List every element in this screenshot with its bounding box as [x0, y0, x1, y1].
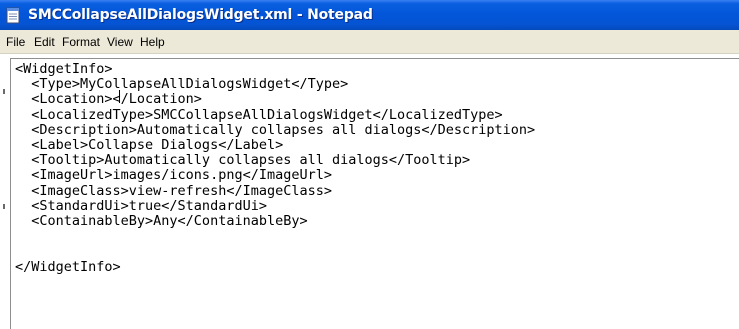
left-border: [0, 54, 10, 329]
title-bar[interactable]: SMCCollapseAllDialogsWidget.xml - Notepa…: [0, 0, 739, 30]
border-mark: [3, 89, 5, 94]
window-title: SMCCollapseAllDialogsWidget.xml - Notepa…: [28, 7, 373, 23]
menu-view[interactable]: View: [107, 35, 133, 49]
notepad-icon: [6, 7, 20, 24]
editor-line: <ContainableBy>Any</ContainableBy>: [15, 213, 308, 230]
editor-line: <Location></Location>: [15, 91, 202, 108]
editor-line: <WidgetInfo>: [15, 61, 113, 77]
text-caret: [119, 90, 120, 103]
editor-line: <Tooltip>Automatically collapses all dia…: [15, 152, 471, 169]
menu-format[interactable]: Format: [62, 35, 100, 49]
editor-line: </WidgetInfo>: [15, 258, 121, 275]
editor-line: <StandardUi>true</StandardUi>: [15, 197, 267, 214]
menu-file[interactable]: File: [6, 35, 25, 49]
editor-line: <Description>Automatically collapses all…: [15, 121, 536, 138]
menu-help[interactable]: Help: [140, 35, 165, 49]
notepad-window: SMCCollapseAllDialogsWidget.xml - Notepa…: [0, 0, 739, 329]
border-mark: [3, 204, 5, 209]
editor-line: <LocalizedType>SMCCollapseAllDialogsWidg…: [15, 106, 503, 123]
editor-line: <Label>Collapse Dialogs</Label>: [15, 137, 284, 154]
text-editor[interactable]: <WidgetInfo> <Type>MyCollapseAllDialogsW…: [10, 58, 739, 329]
editor-content[interactable]: <WidgetInfo> <Type>MyCollapseAllDialogsW…: [15, 61, 536, 275]
editor-line: <ImageUrl>images/icons.png</ImageUrl>: [15, 167, 332, 184]
menu-edit[interactable]: Edit: [34, 35, 55, 49]
editor-line: <ImageClass>view-refresh</ImageClass>: [15, 182, 332, 199]
editor-line: <Type>MyCollapseAllDialogsWidget</Type>: [15, 76, 349, 93]
menu-bar: File Edit Format View Help: [0, 30, 739, 54]
